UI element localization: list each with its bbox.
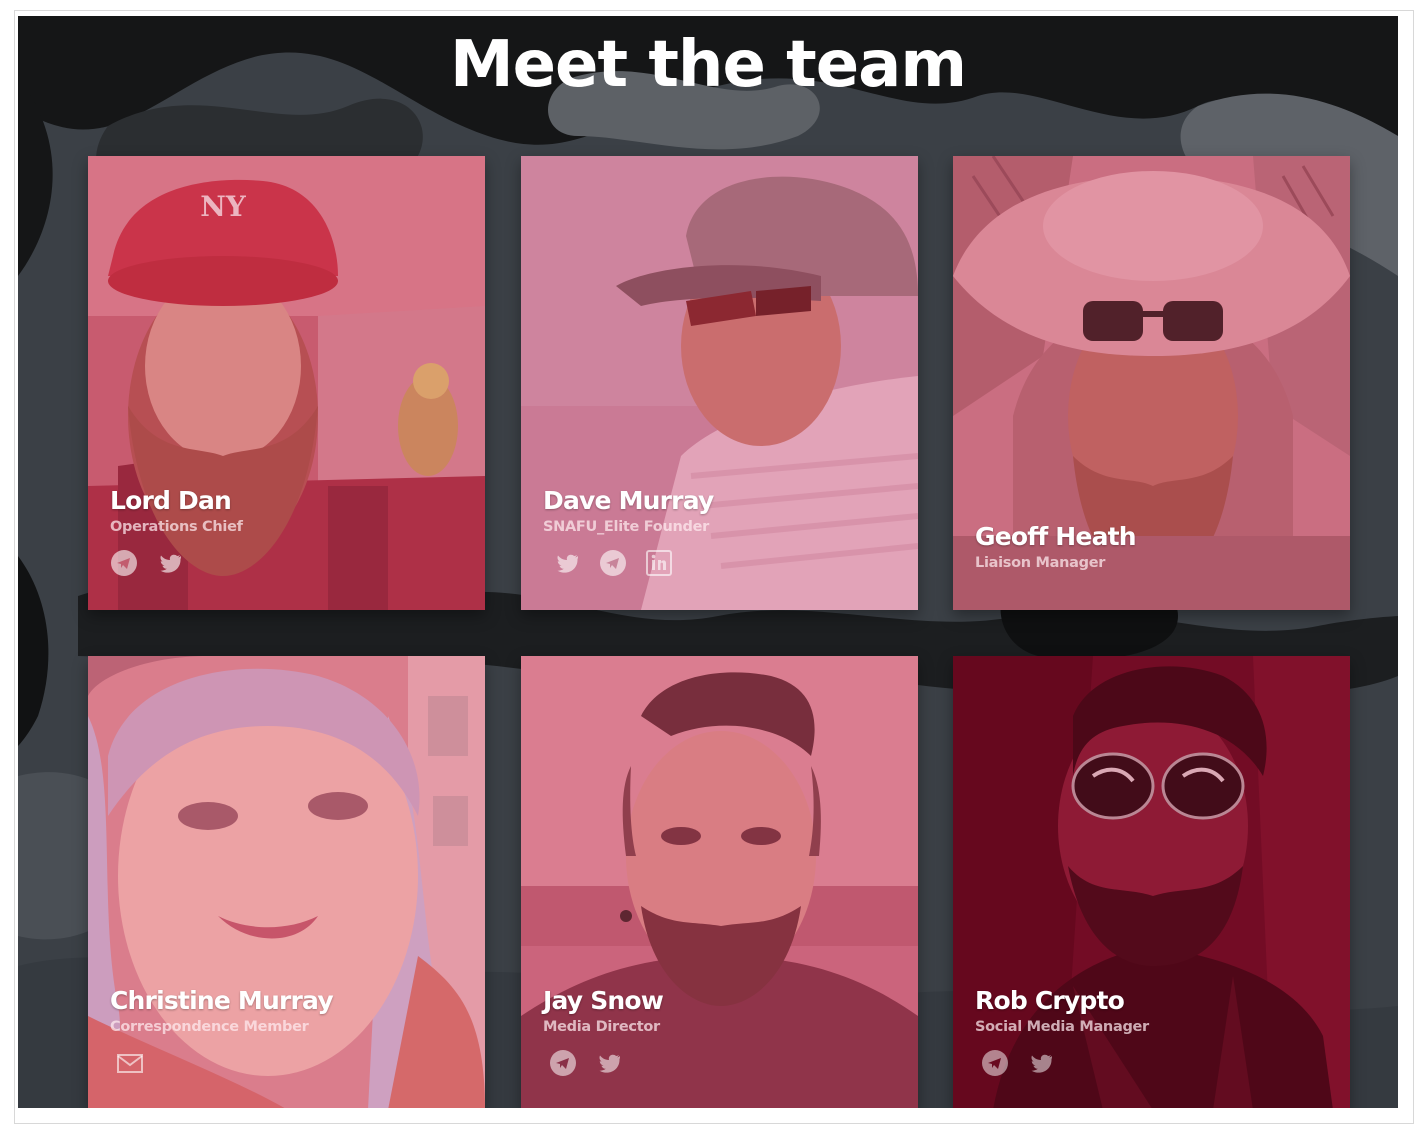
- member-name: Jay Snow: [543, 986, 664, 1015]
- member-info: Geoff Heath Liaison Manager: [975, 522, 1137, 571]
- telegram-icon[interactable]: [549, 1049, 577, 1077]
- social-links: [549, 1049, 663, 1077]
- member-role: Social Media Manager: [975, 1019, 1149, 1035]
- team-card-jay-snow[interactable]: Jay Snow Media Director: [521, 656, 918, 1108]
- team-card-christine-murray[interactable]: Christine Murray Correspondence Member: [88, 656, 485, 1108]
- team-section: Meet the team NY Lord Dan Operations Chi…: [18, 16, 1398, 1108]
- twitter-icon[interactable]: [553, 549, 581, 577]
- member-name: Christine Murray: [110, 986, 334, 1015]
- page-title: Meet the team: [449, 28, 967, 102]
- member-info: Lord Dan Operations Chief: [110, 486, 243, 577]
- social-links: [110, 549, 243, 577]
- member-name: Rob Crypto: [975, 986, 1125, 1015]
- social-links: [981, 1049, 1149, 1077]
- member-info: Rob Crypto Social Media Manager: [975, 986, 1149, 1077]
- twitter-icon[interactable]: [1027, 1049, 1055, 1077]
- member-role: Media Director: [543, 1019, 660, 1035]
- telegram-icon[interactable]: [981, 1049, 1009, 1077]
- team-card-lord-dan[interactable]: NY Lord Dan Operations Chief: [88, 156, 485, 610]
- member-info: Christine Murray Correspondence Member: [110, 986, 334, 1077]
- member-role: Liaison Manager: [975, 555, 1106, 571]
- linkedin-icon[interactable]: [645, 549, 673, 577]
- team-card-dave-murray[interactable]: Dave Murray SNAFU_Elite Founder: [521, 156, 918, 610]
- twitter-icon[interactable]: [595, 1049, 623, 1077]
- twitter-icon[interactable]: [156, 549, 184, 577]
- telegram-icon[interactable]: [110, 549, 138, 577]
- social-links: [553, 549, 714, 577]
- telegram-icon[interactable]: [599, 549, 627, 577]
- email-icon[interactable]: [116, 1049, 144, 1077]
- member-info: Jay Snow Media Director: [543, 986, 664, 1077]
- social-links: [116, 1049, 333, 1077]
- team-card-rob-crypto[interactable]: Rob Crypto Social Media Manager: [953, 656, 1350, 1108]
- member-name: Dave Murray: [543, 486, 714, 515]
- member-info: Dave Murray SNAFU_Elite Founder: [543, 486, 714, 577]
- member-role: Correspondence Member: [110, 1019, 309, 1035]
- team-card-geoff-heath[interactable]: Geoff Heath Liaison Manager: [953, 156, 1350, 610]
- member-name: Lord Dan: [110, 486, 232, 515]
- member-role: Operations Chief: [110, 519, 243, 535]
- member-role: SNAFU_Elite Founder: [543, 519, 709, 535]
- member-name: Geoff Heath: [975, 522, 1137, 551]
